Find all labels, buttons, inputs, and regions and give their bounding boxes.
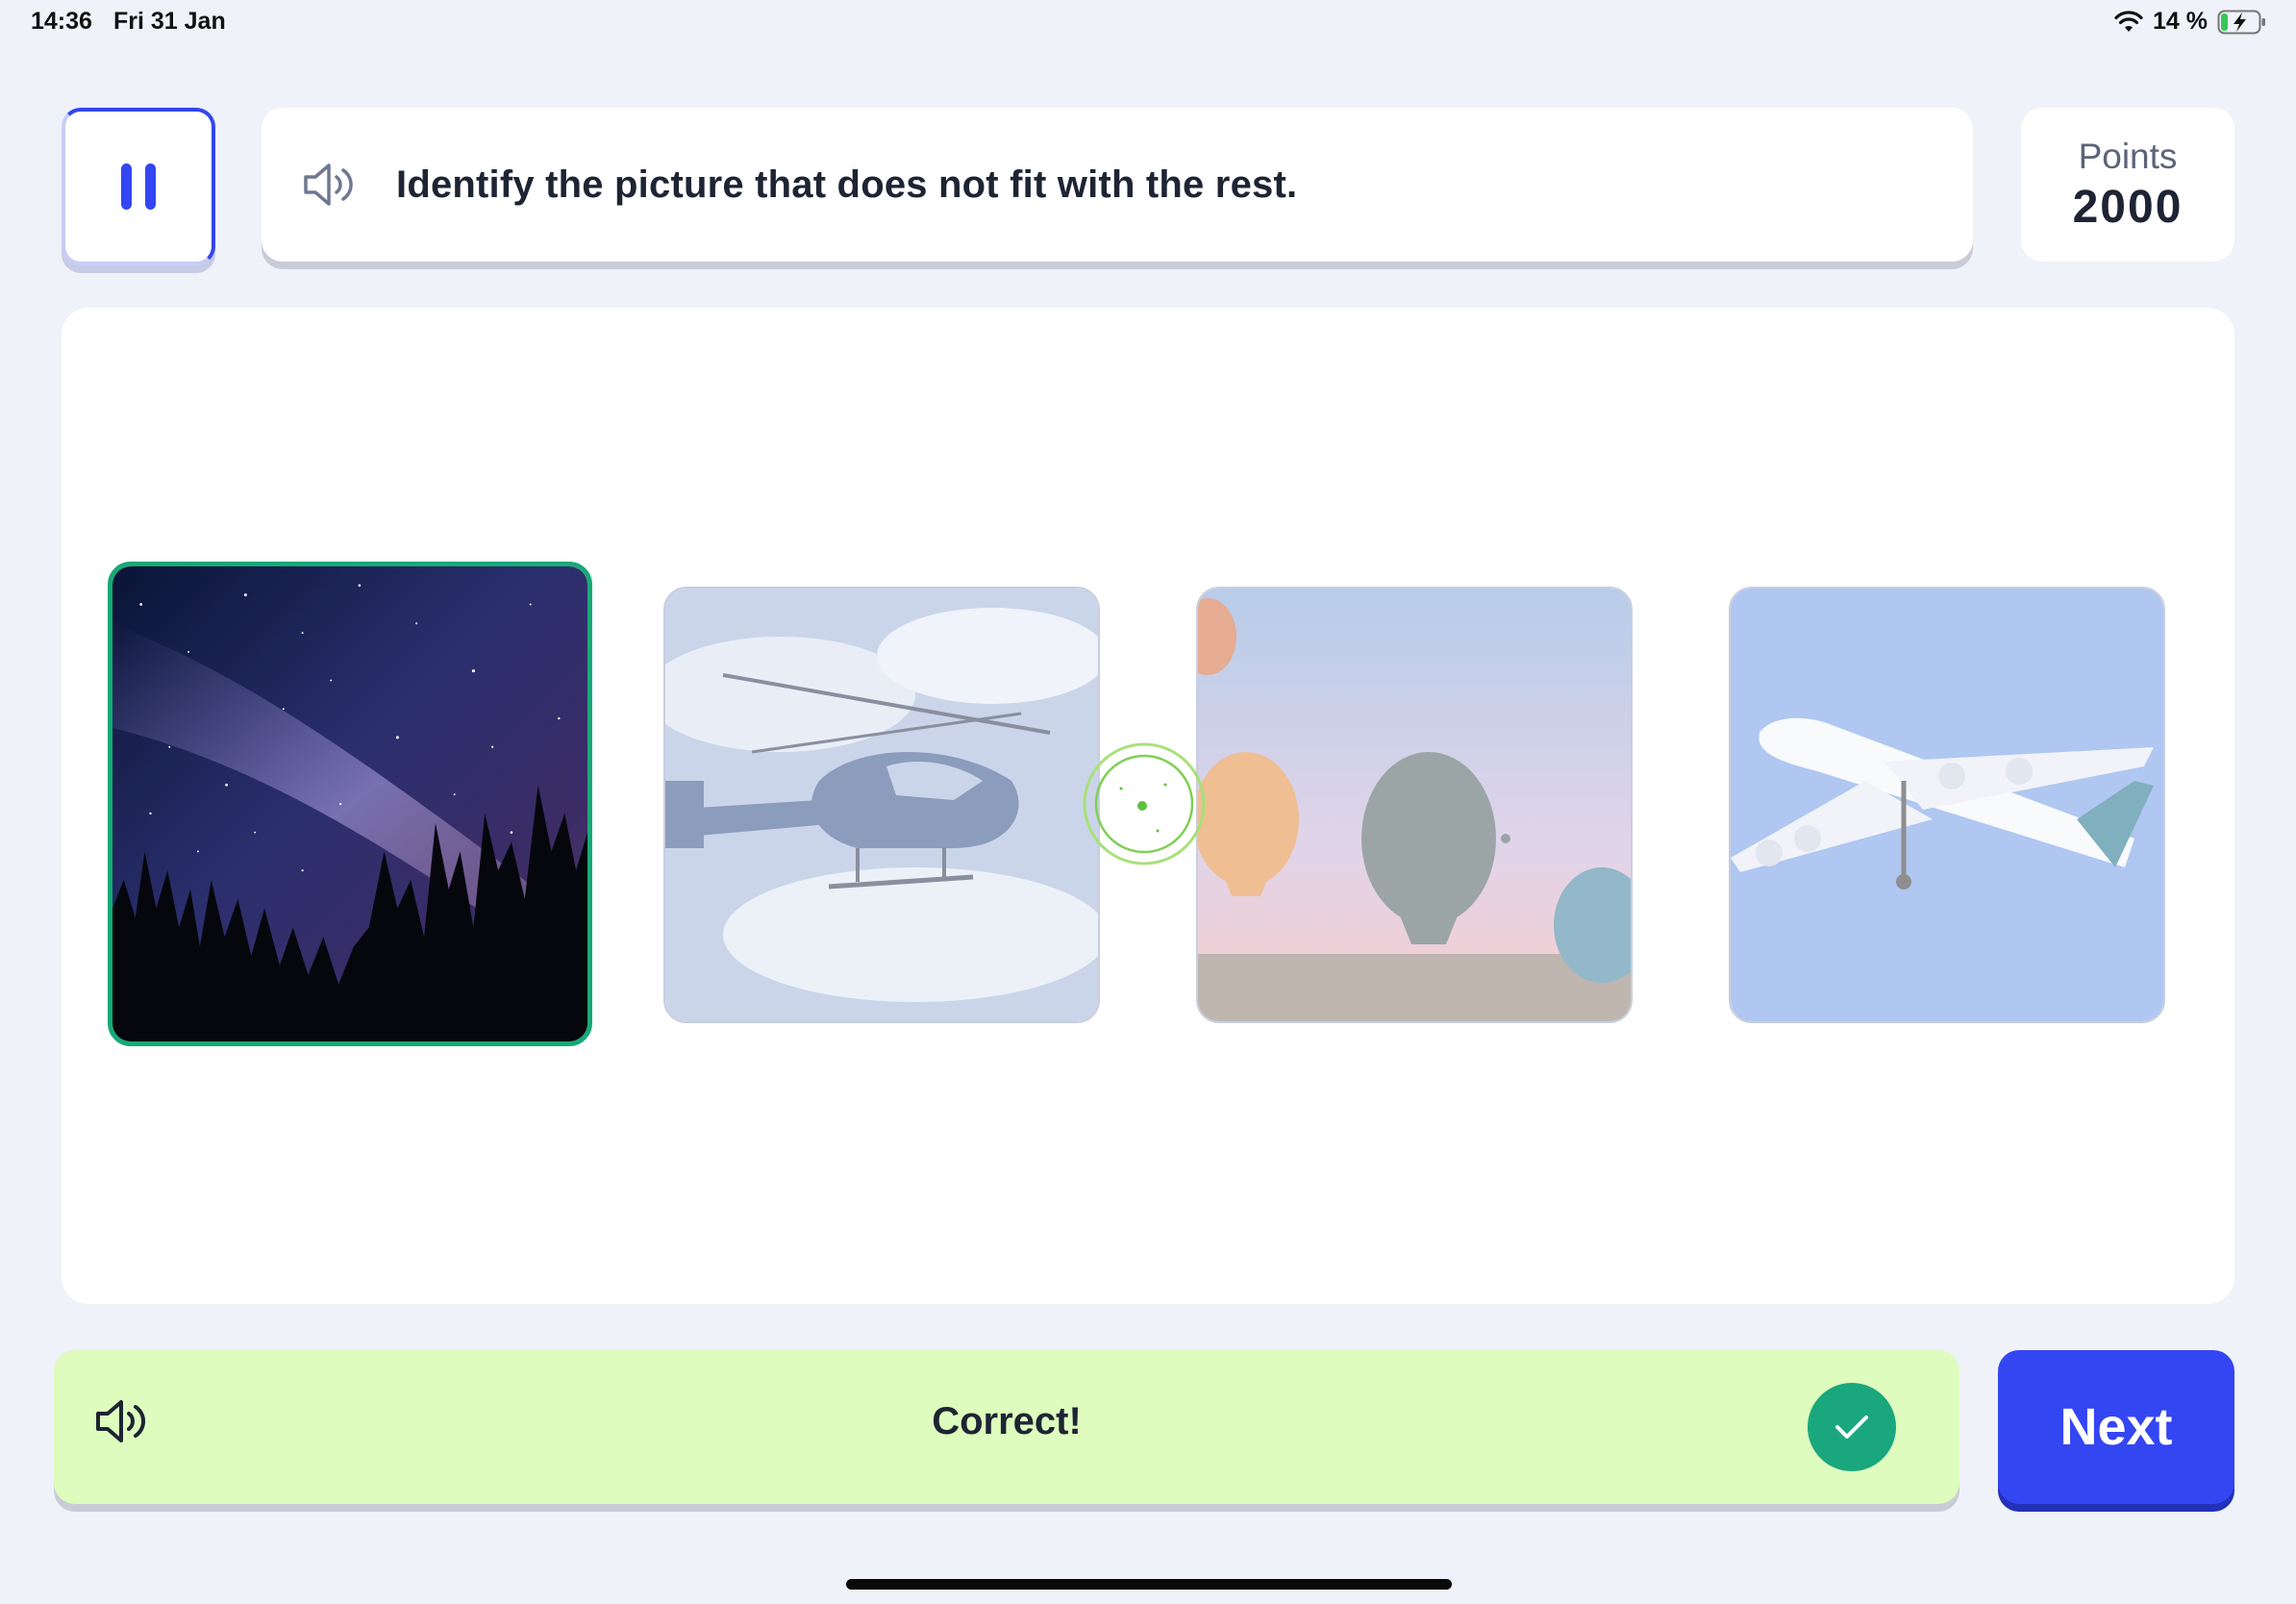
airplane-image	[1731, 589, 2163, 1021]
status-indicators: 14 %	[2114, 8, 2267, 36]
pause-button[interactable]	[62, 108, 215, 265]
feedback-bar: Correct!	[54, 1350, 1959, 1504]
hot-air-balloons-image	[1198, 589, 1631, 1021]
choice-night-sky[interactable]	[108, 562, 592, 1046]
wifi-icon	[2114, 10, 2143, 34]
feedback-text: Correct!	[932, 1400, 1082, 1442]
instruction-text: Identify the picture that does not fit w…	[396, 163, 1298, 206]
status-bar: 14:36 Fri 31 Jan 14 %	[0, 0, 2296, 48]
choice-hot-air-balloons[interactable]	[1196, 587, 1633, 1023]
next-button[interactable]: Next	[1998, 1350, 2234, 1504]
instruction-panel: Identify the picture that does not fit w…	[262, 108, 1973, 262]
choice-airplane[interactable]	[1729, 587, 2165, 1023]
home-indicator[interactable]	[846, 1579, 1452, 1590]
helicopter-image	[665, 589, 1098, 1021]
night-sky-image	[112, 566, 587, 1041]
pause-icon	[117, 162, 160, 212]
status-date: Fri 31 Jan	[113, 8, 226, 35]
speaker-icon[interactable]	[302, 156, 360, 213]
checkmark-icon	[1808, 1383, 1896, 1471]
points-value: 2000	[2072, 181, 2184, 233]
tap-ripple-indicator	[1083, 742, 1206, 865]
status-time: 14:36	[31, 8, 92, 35]
points-panel: Points 2000	[2021, 108, 2234, 262]
points-label: Points	[2078, 136, 2178, 176]
battery-percent: 14 %	[2153, 8, 2208, 35]
battery-charging-icon	[2217, 10, 2267, 35]
play-area	[62, 308, 2234, 1304]
choice-helicopter[interactable]	[663, 587, 1100, 1023]
